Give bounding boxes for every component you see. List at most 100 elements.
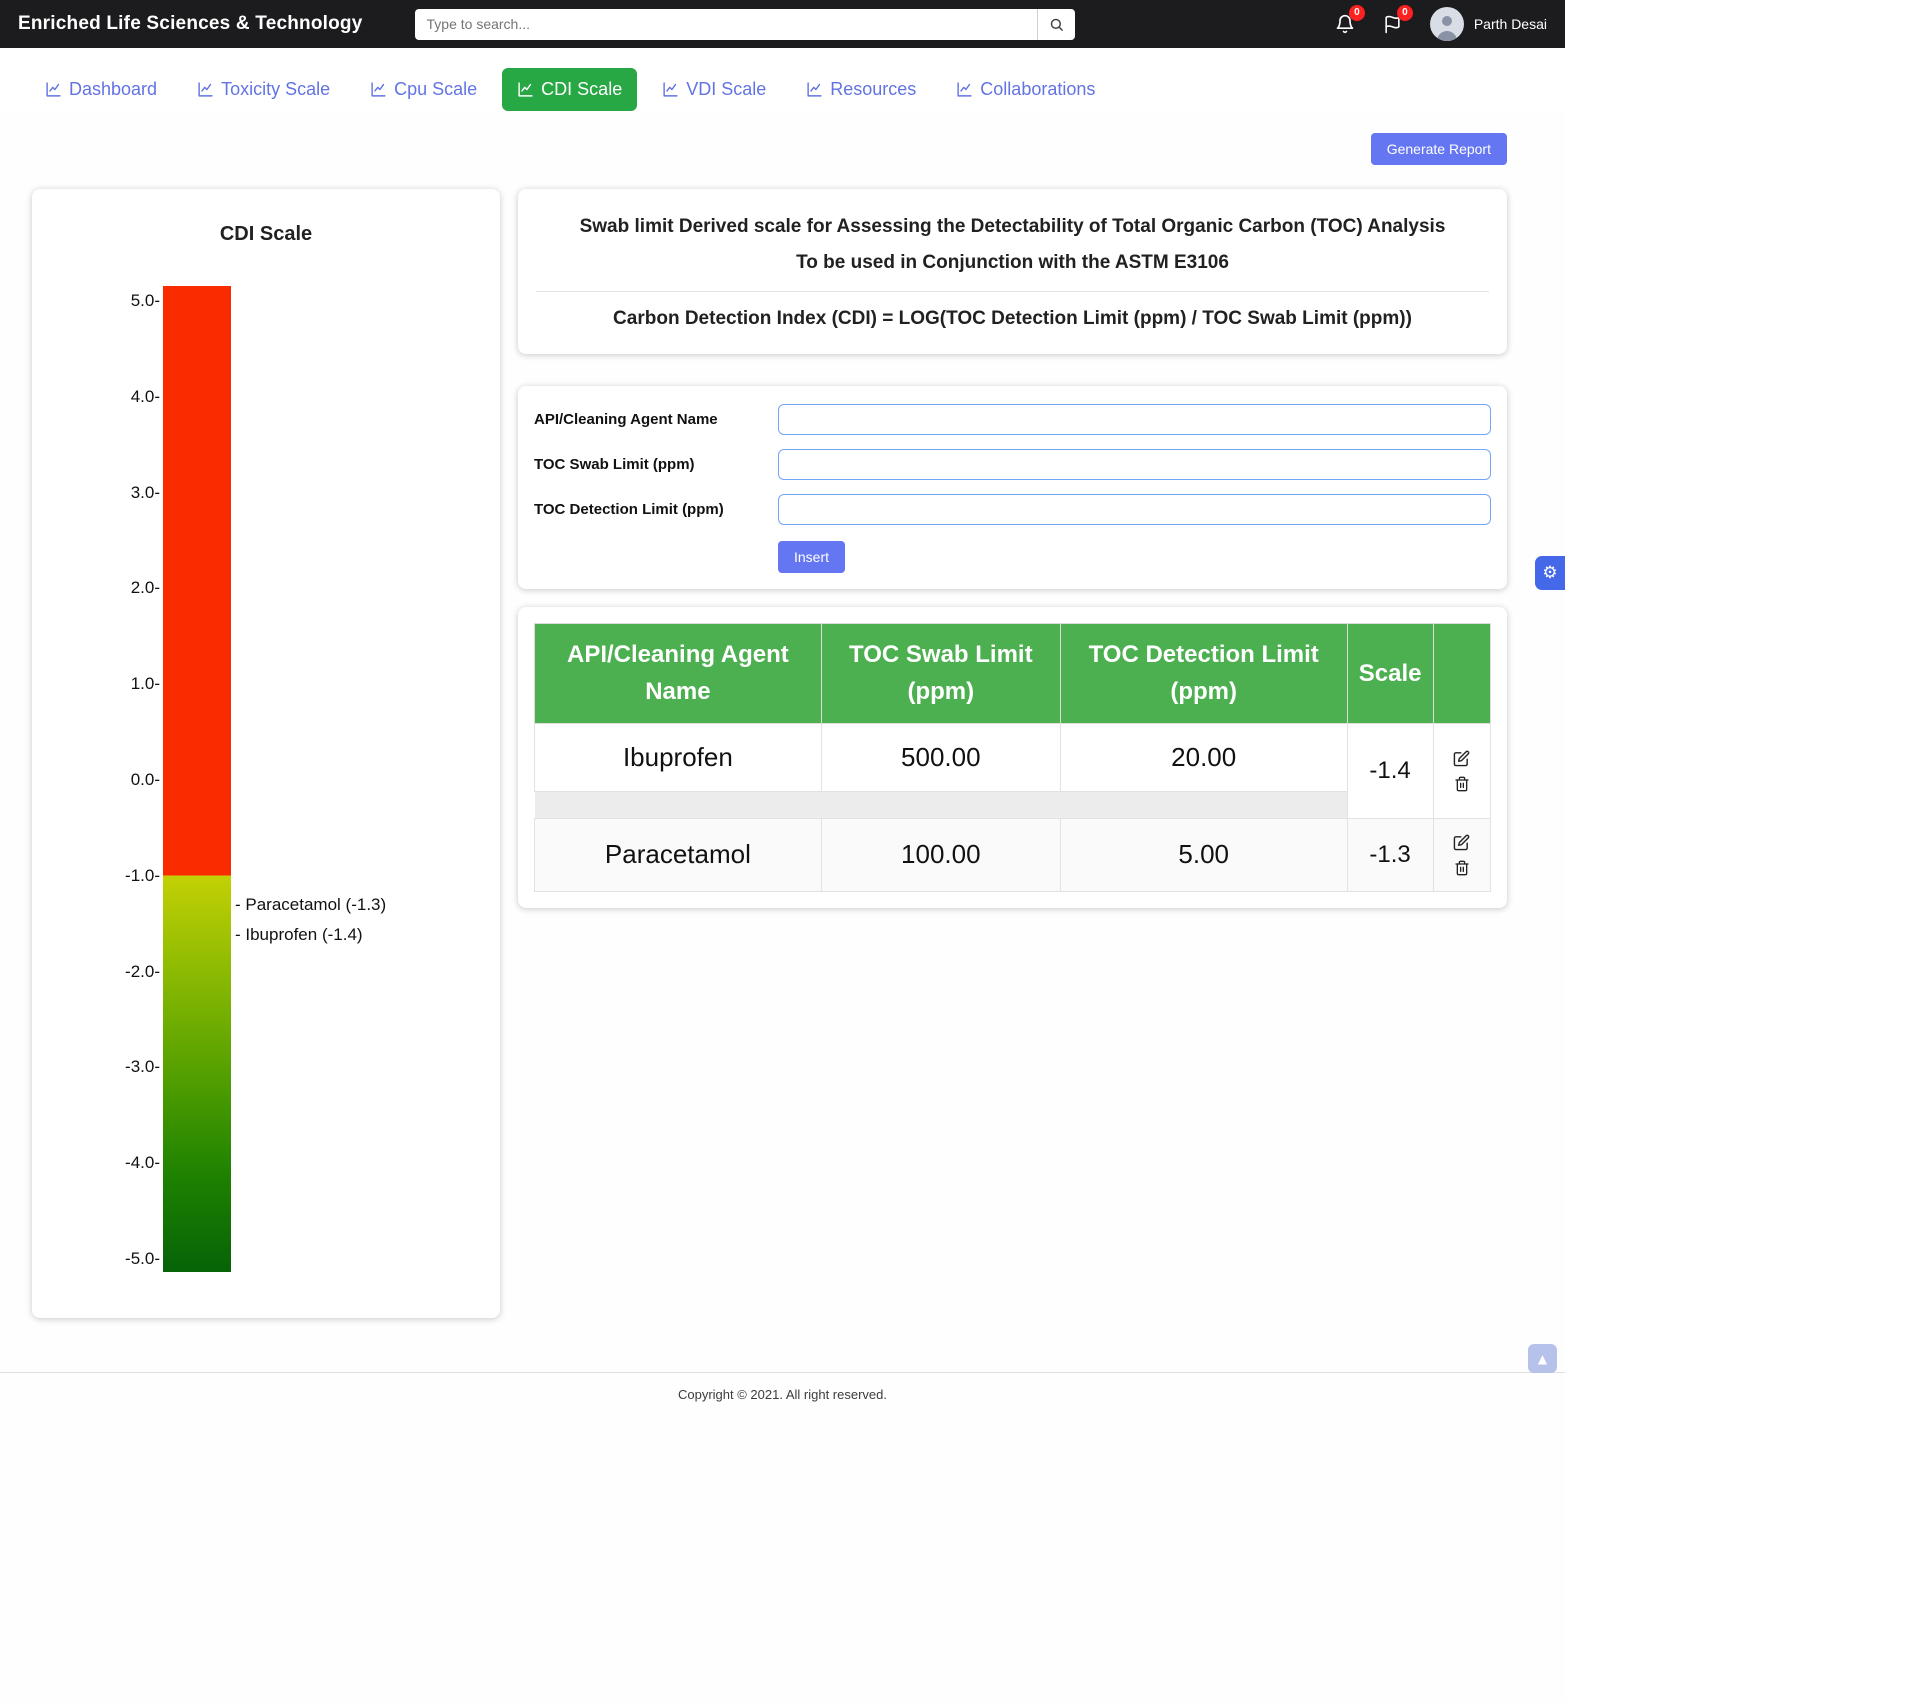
topbar-actions: 0 0 Parth Desai: [1334, 7, 1547, 41]
col-header-swab-limit: TOC Swab Limit (ppm): [821, 624, 1060, 723]
info-title: Swab limit Derived scale for Assessing t…: [536, 209, 1489, 292]
messages-button[interactable]: 0: [1382, 13, 1404, 35]
cell-agent-name: Ibuprofen: [535, 723, 822, 791]
tab-label: Toxicity Scale: [221, 79, 330, 100]
gear-icon: ⚙: [1542, 563, 1557, 583]
cdi-chart: 5.0-4.0-3.0-2.0-1.0-0.0--1.0--2.0--3.0--…: [48, 286, 484, 1294]
cell-detection-limit: 20.00: [1060, 723, 1347, 791]
brand-title: Enriched Life Sciences & Technology: [18, 13, 363, 35]
chart-icon: [517, 81, 534, 98]
search-button[interactable]: [1037, 9, 1075, 40]
tab-cdi-scale[interactable]: CDI Scale: [502, 68, 637, 111]
notifications-badge: 0: [1349, 5, 1365, 21]
trash-icon: [1454, 776, 1470, 792]
axis-tick-4.0: 4.0-: [48, 387, 160, 407]
messages-badge: 0: [1397, 5, 1413, 21]
chart-annotation-paracetamol: - Paracetamol (-1.3): [235, 895, 386, 915]
tab-label: VDI Scale: [686, 79, 766, 100]
cell-agent-name: Paracetamol: [535, 818, 822, 891]
table-row: Ibuprofen 500.00 20.00 -1.4: [535, 723, 1491, 791]
tab-label: Cpu Scale: [394, 79, 477, 100]
tab-label: CDI Scale: [541, 79, 622, 100]
app-root: Enriched Life Sciences & Technology 0: [0, 0, 1565, 1703]
delete-row-button[interactable]: [1454, 860, 1470, 876]
swab-limit-input[interactable]: [778, 449, 1491, 480]
copyright-text: Copyright © 2021. All right reserved.: [678, 1387, 887, 1402]
edit-icon: [1453, 750, 1470, 767]
tab-collaborations[interactable]: Collaborations: [941, 68, 1110, 111]
footer: Copyright © 2021. All right reserved.: [0, 1372, 1565, 1420]
search-form: [415, 9, 1075, 40]
tab-cpu-scale[interactable]: Cpu Scale: [355, 68, 492, 111]
axis-tick--4.0: -4.0-: [48, 1153, 160, 1173]
chart-icon: [806, 81, 823, 98]
tab-vdi-scale[interactable]: VDI Scale: [647, 68, 781, 111]
col-header-scale: Scale: [1347, 624, 1433, 723]
edit-row-button[interactable]: [1453, 834, 1470, 851]
user-menu[interactable]: Parth Desai: [1430, 7, 1547, 41]
entry-form-card: API/Cleaning Agent Name TOC Swab Limit (…: [518, 386, 1507, 589]
tab-label: Collaborations: [980, 79, 1095, 100]
tab-label: Dashboard: [69, 79, 157, 100]
axis-tick-3.0: 3.0-: [48, 483, 160, 503]
scroll-top-button[interactable]: ▲: [1528, 1344, 1557, 1373]
tab-dashboard[interactable]: Dashboard: [30, 68, 172, 111]
chart-annotation-ibuprofen: - Ibuprofen (-1.4): [235, 925, 363, 945]
report-row: Generate Report: [0, 111, 1565, 189]
generate-report-button[interactable]: Generate Report: [1371, 133, 1507, 165]
insert-button[interactable]: Insert: [778, 541, 845, 573]
axis-tick--5.0: -5.0-: [48, 1249, 160, 1269]
form-row-agent-name: API/Cleaning Agent Name: [534, 404, 1491, 435]
swab-limit-label: TOC Swab Limit (ppm): [534, 456, 778, 473]
table-row: Paracetamol 100.00 5.00 -1.3: [535, 818, 1491, 891]
chart-icon: [956, 81, 973, 98]
axis-tick--1.0: -1.0-: [48, 866, 160, 886]
insert-row: Insert: [778, 539, 1491, 573]
tab-toxicity-scale[interactable]: Toxicity Scale: [182, 68, 345, 111]
results-table-card: API/Cleaning Agent Name TOC Swab Limit (…: [518, 607, 1507, 907]
search-icon: [1049, 17, 1064, 32]
person-icon: [1432, 11, 1462, 41]
chart-icon: [45, 81, 62, 98]
form-row-swab-limit: TOC Swab Limit (ppm): [534, 449, 1491, 480]
trash-icon: [1454, 860, 1470, 876]
settings-fab[interactable]: ⚙: [1535, 556, 1565, 590]
user-name: Parth Desai: [1474, 16, 1547, 32]
delete-row-button[interactable]: [1454, 776, 1470, 792]
search-input[interactable]: [415, 9, 1075, 40]
info-title-line1: Swab limit Derived scale for Assessing t…: [536, 209, 1489, 245]
axis-tick-5.0: 5.0-: [48, 291, 160, 311]
nav-tabs: Dashboard Toxicity Scale Cpu Scale CDI S…: [0, 48, 1565, 111]
cell-detection-limit: 5.00: [1060, 818, 1347, 891]
cell-actions: [1433, 818, 1490, 891]
table-header-row: API/Cleaning Agent Name TOC Swab Limit (…: [535, 624, 1491, 723]
axis-tick--3.0: -3.0-: [48, 1057, 160, 1077]
cdi-chart-card: CDI Scale 5.0- 4.0- 3.0- 2.0- 1.0- 0.0- -1.0- -…: [32, 189, 500, 1318]
col-header-agent-name: API/Cleaning Agent Name: [535, 624, 822, 723]
notifications-button[interactable]: 0: [1334, 13, 1356, 35]
tab-resources[interactable]: Resources: [791, 68, 931, 111]
cdi-gauge-bar: [163, 286, 231, 1272]
info-title-line2: To be used in Conjunction with the ASTM …: [536, 245, 1489, 281]
col-header-detection-limit: TOC Detection Limit (ppm): [1060, 624, 1347, 723]
chart-icon: [197, 81, 214, 98]
avatar: [1430, 7, 1464, 41]
edit-row-button[interactable]: [1453, 750, 1470, 767]
tab-label: Resources: [830, 79, 916, 100]
info-card: Swab limit Derived scale for Assessing t…: [518, 189, 1507, 354]
agent-name-label: API/Cleaning Agent Name: [534, 411, 778, 428]
col-header-actions: [1433, 624, 1490, 723]
topbar: Enriched Life Sciences & Technology 0: [0, 0, 1565, 48]
detection-limit-label: TOC Detection Limit (ppm): [534, 501, 778, 518]
axis-tick-1.0: 1.0-: [48, 674, 160, 694]
axis-tick-2.0: 2.0-: [48, 578, 160, 598]
detection-limit-input[interactable]: [778, 494, 1491, 525]
axis-tick-0.0: 0.0-: [48, 770, 160, 790]
cell-swab-limit: 100.00: [821, 818, 1060, 891]
cell-scale: -1.4: [1347, 723, 1433, 818]
cell-scale: -1.3: [1347, 818, 1433, 891]
agent-name-input[interactable]: [778, 404, 1491, 435]
chart-title: CDI Scale: [48, 223, 484, 246]
cell-swab-limit: 500.00: [821, 723, 1060, 791]
right-column: Swab limit Derived scale for Assessing t…: [518, 189, 1507, 908]
